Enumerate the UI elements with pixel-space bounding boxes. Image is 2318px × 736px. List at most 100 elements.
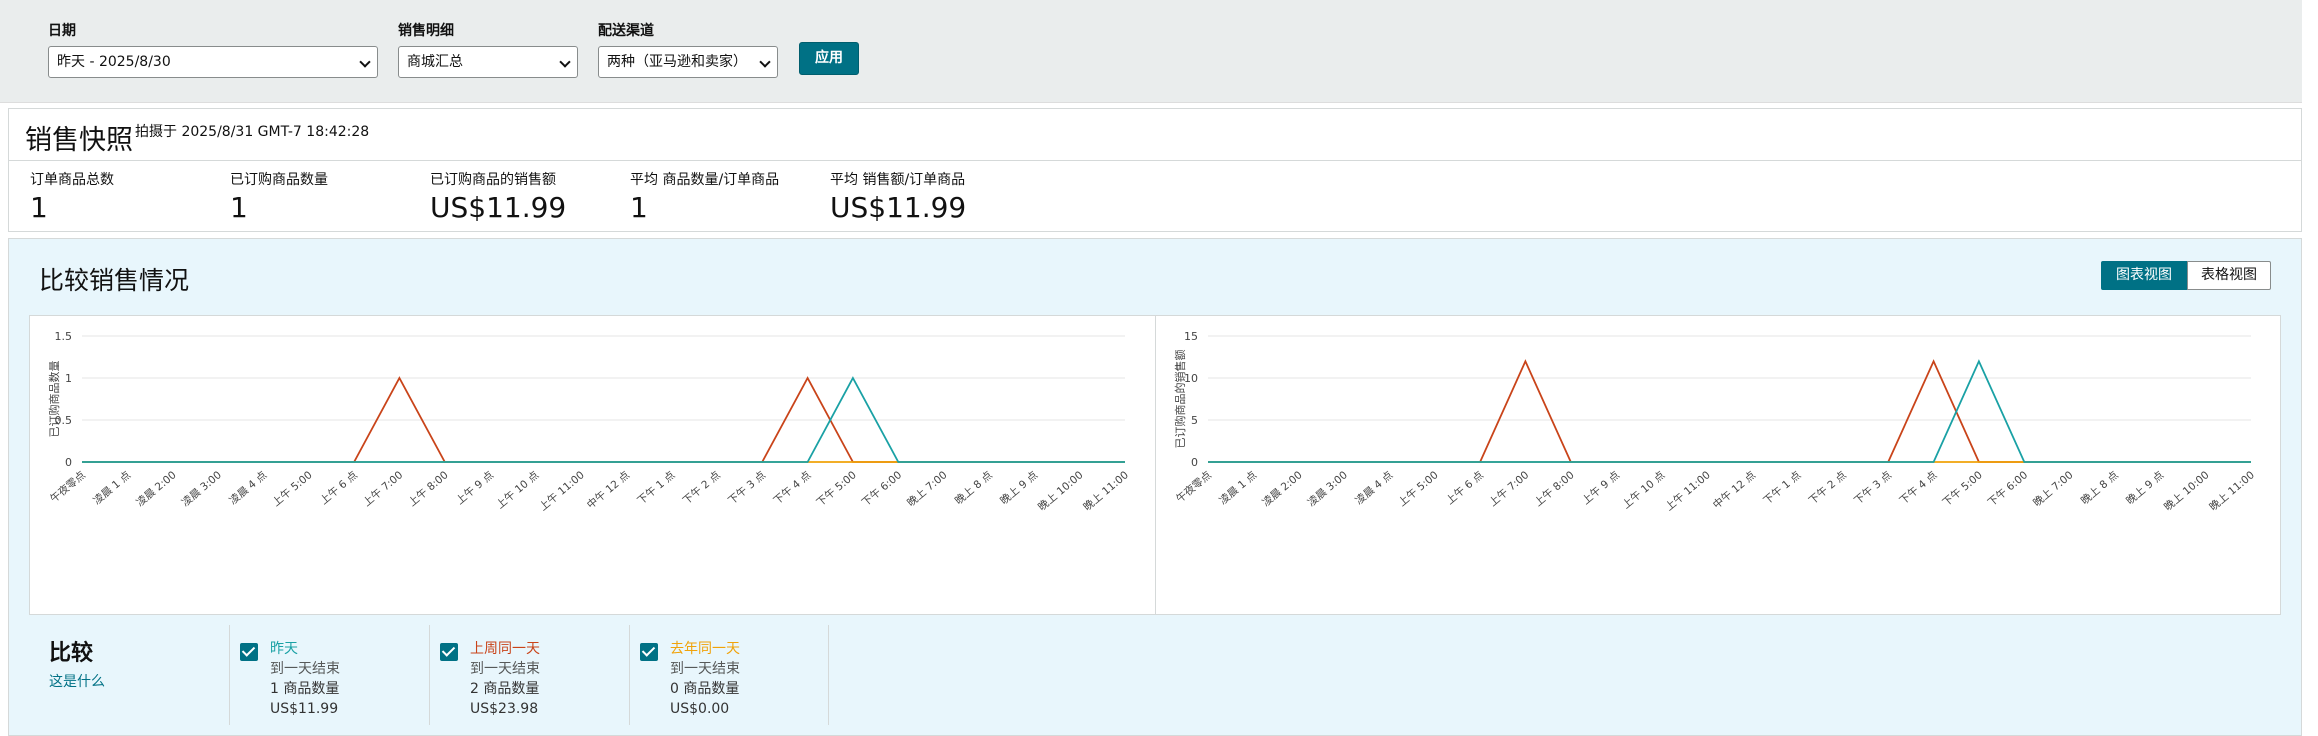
snapshot-header: 销售快照 拍摄于 2025/8/31 GMT-7 18:42:28 — [9, 109, 2301, 161]
legend-series-amount: US$11.99 — [270, 701, 339, 717]
x-tick-label: 下午 6:00 — [1985, 468, 2030, 509]
legend-title: 比较 — [49, 641, 94, 666]
y-axis-label: 已订购商品的销售额 — [1173, 350, 1187, 449]
x-tick-label: 晚上 9 点 — [2124, 469, 2166, 507]
x-tick-label: 下午 2 点 — [1806, 468, 1849, 507]
y-tick-label: 15 — [1184, 330, 1198, 343]
x-tick-label: 下午 6:00 — [859, 468, 904, 509]
metric-value: 1 — [30, 191, 48, 224]
series-line — [1208, 359, 2251, 463]
sales-detail-label: 销售明细 — [398, 23, 454, 39]
x-tick-label: 上午 8:00 — [406, 468, 451, 509]
whats-this-link[interactable]: 这是什么 — [49, 671, 105, 691]
metric-value: 1 — [630, 191, 648, 224]
x-tick-label: 上午 5:00 — [270, 468, 315, 509]
ordered-sales-chart: 已订购商品的销售额 0 5 10 15 午夜零点 凌晨 1 点凌晨 2:00 凌晨 3:00 凌… — [1173, 330, 2257, 513]
legend-series-title: 上周同一天 — [470, 641, 540, 657]
x-tick-label: 上午 8:00 — [1532, 468, 1577, 509]
x-tick-label: 中午 12 点 — [1710, 468, 1758, 511]
last-year-checkbox[interactable] — [640, 643, 658, 661]
table-view-button[interactable]: 表格视图 — [2187, 261, 2271, 290]
legend-yesterday-text: 昨天 到一天结束 1 商品数量 US$11.99 — [270, 639, 340, 719]
sales-snapshot-panel: 销售快照 拍摄于 2025/8/31 GMT-7 18:42:28 订单商品总数… — [8, 108, 2302, 232]
x-tick-label: 下午 2 点 — [680, 468, 723, 507]
x-tick-label: 下午 1 点 — [635, 468, 678, 507]
chart-view-button[interactable]: 图表视图 — [2101, 261, 2187, 290]
x-tick-label: 凌晨 1 点 — [1217, 468, 1260, 507]
channel-filter: 配送渠道 两种（亚马逊和卖家） — [598, 20, 778, 78]
date-select[interactable]: 昨天 - 2025/8/30 — [48, 46, 378, 78]
x-tick-label: 凌晨 3:00 — [179, 468, 224, 509]
y-tick-label: 0.5 — [55, 414, 73, 427]
last-week-checkbox[interactable] — [440, 643, 458, 661]
metric-avg-units-per-item: 平均 商品数量/订单商品 1 — [630, 169, 779, 224]
x-tick-label: 上午 11:00 — [537, 468, 587, 513]
channel-select[interactable]: 两种（亚马逊和卖家） — [598, 46, 778, 78]
date-select-value: 昨天 - 2025/8/30 — [57, 54, 171, 70]
x-tick-label: 晚上 8 点 — [953, 469, 995, 507]
legend-series-sub: 到一天结束 — [270, 661, 340, 677]
y-tick-label: 0 — [65, 456, 72, 469]
legend-last-week-text: 上周同一天 到一天结束 2 商品数量 US$23.98 — [470, 639, 540, 719]
snapshot-title: 销售快照 — [25, 125, 133, 156]
legend-yesterday: 昨天 到一天结束 1 商品数量 US$11.99 — [229, 625, 429, 725]
x-tick-label: 上午 11:00 — [1663, 468, 1713, 513]
legend-series-sub: 到一天结束 — [470, 661, 540, 677]
x-tick-label: 下午 1 点 — [1761, 468, 1804, 507]
x-tick-label: 下午 5:00 — [1940, 468, 1985, 509]
series-line — [1208, 359, 2251, 463]
metric-value: 1 — [230, 191, 248, 224]
legend-series-qty: 2 商品数量 — [470, 681, 540, 697]
snapshot-timestamp: 拍摄于 2025/8/31 GMT-7 18:42:28 — [135, 124, 370, 140]
x-tick-label: 上午 10 点 — [1620, 468, 1668, 511]
sales-detail-filter: 销售明细 商城汇总 — [398, 20, 578, 78]
x-tick-label: 上午 10 点 — [494, 468, 542, 511]
yesterday-checkbox[interactable] — [240, 643, 258, 661]
x-tick-label: 下午 4 点 — [1897, 468, 1940, 507]
x-tick-label: 午夜零点 — [1173, 468, 1214, 505]
x-tick-label: 晚上 8 点 — [2079, 469, 2121, 507]
x-tick-label: 凌晨 4 点 — [1353, 468, 1396, 507]
x-tick-label: 凌晨 2:00 — [134, 468, 179, 509]
metric-total-order-items: 订单商品总数 1 — [30, 169, 114, 224]
x-tick-label: 晚上 10:00 — [2162, 469, 2212, 513]
x-tick-label: 上午 9 点 — [1579, 468, 1622, 507]
x-tick-label: 午夜零点 — [47, 468, 88, 505]
x-tick-label: 上午 7:00 — [1486, 468, 1531, 509]
x-tick-label: 凌晨 4 点 — [227, 468, 270, 507]
chevron-down-icon — [759, 56, 771, 68]
x-tick-label: 下午 3 点 — [725, 468, 768, 507]
legend-last-year-text: 去年同一天 到一天结束 0 商品数量 US$0.00 — [670, 639, 740, 719]
legend-series-sub: 到一天结束 — [670, 661, 740, 677]
x-tick-label: 晚上 7:00 — [905, 469, 949, 509]
y-tick-label: 5 — [1191, 414, 1198, 427]
metric-avg-sales-per-item: 平均 销售额/订单商品 US$11.99 — [830, 169, 966, 224]
x-tick-label: 晚上 7:00 — [2031, 469, 2075, 509]
metric-value: US$11.99 — [830, 191, 967, 224]
x-tick-label: 上午 6 点 — [1443, 468, 1486, 507]
legend-series-amount: US$23.98 — [470, 701, 539, 717]
date-filter-label: 日期 — [48, 23, 76, 39]
x-tick-label: 晚上 11:00 — [1081, 469, 1131, 513]
apply-button[interactable]: 应用 — [799, 42, 859, 75]
x-tick-label: 晚上 9 点 — [998, 469, 1040, 507]
x-tick-label: 中午 12 点 — [584, 468, 632, 511]
y-tick-label: 1 — [65, 372, 72, 385]
x-tick-label: 晚上 11:00 — [2207, 469, 2257, 513]
channel-filter-label: 配送渠道 — [598, 23, 654, 39]
chevron-down-icon — [359, 56, 371, 68]
metric-label: 平均 销售额/订单商品 — [830, 172, 966, 188]
legend-last-week: 上周同一天 到一天结束 2 商品数量 US$23.98 — [429, 625, 629, 725]
metric-label: 已订购商品数量 — [230, 172, 328, 188]
filter-bar: 日期 昨天 - 2025/8/30 销售明细 商城汇总 配送渠道 两种（亚马逊和… — [0, 0, 2302, 103]
sales-detail-value: 商城汇总 — [407, 54, 463, 70]
units-ordered-chart: 已订购商品数量00.511.5午夜零点 凌晨 1 点凌晨 2:00 凌晨 3:00 凌… — [47, 330, 1131, 513]
chevron-down-icon — [559, 56, 571, 68]
x-tick-label: 凌晨 2:00 — [1260, 468, 1305, 509]
charts-area: 已订购商品数量 0 0.5 1 1.5 午夜零点 凌晨 1 点凌晨 2:00 凌晨 3:00 凌… — [29, 315, 2281, 615]
legend-series-title: 去年同一天 — [670, 641, 740, 657]
x-tick-label: 上午 6 点 — [317, 468, 360, 507]
sales-detail-select[interactable]: 商城汇总 — [398, 46, 578, 78]
compare-sales-panel: 比较销售情况 图表视图 表格视图 已订购商品数量 0 0.5 1 1.5 午夜零点 凌晨 1… — [8, 238, 2302, 736]
x-tick-label: 下午 3 点 — [1851, 468, 1894, 507]
